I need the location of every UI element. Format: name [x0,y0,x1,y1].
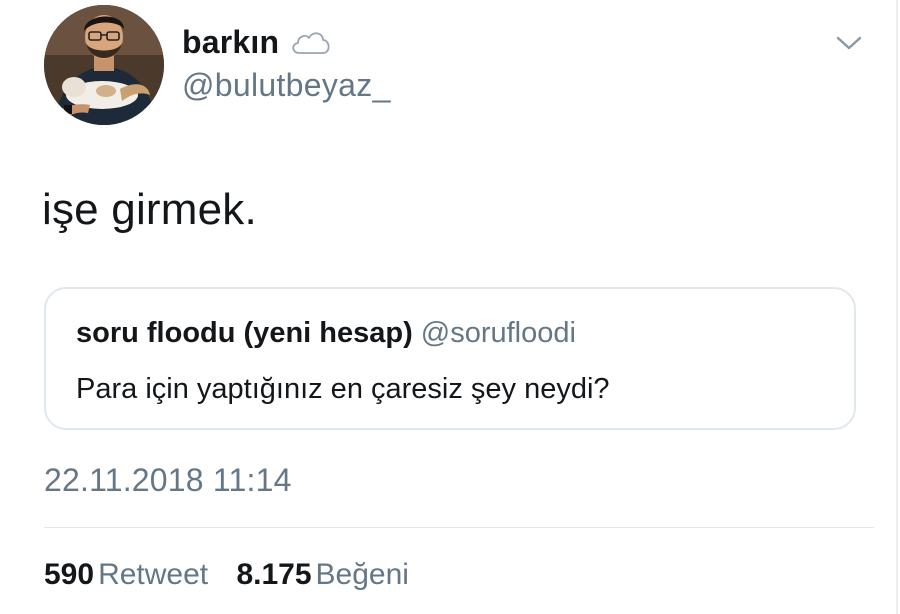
retweet-stat[interactable]: 590 Retweet [44,558,208,591]
chevron-down-icon[interactable] [834,32,864,54]
quoted-tweet[interactable]: soru floodu (yeni hesap) @sorufloodi Para… [44,287,856,430]
quoted-handle: @sorufloodi [420,317,576,349]
quoted-display-name: soru floodu (yeni hesap) [76,317,413,349]
tweet-stats: 590 Retweet 8.175 Beğeni [44,558,429,592]
divider [896,0,898,614]
tweet-timestamp[interactable]: 22.11.2018 11:14 [44,462,292,499]
avatar-photo [44,5,164,125]
author-handle[interactable]: @bulutbeyaz_ [182,67,391,104]
cloud-icon [289,27,333,57]
like-count: 8.175 [236,558,312,591]
author-display-name[interactable]: barkın [182,24,279,61]
retweet-label: Retweet [98,558,209,591]
like-stat[interactable]: 8.175 Beğeni [236,558,409,591]
author-name-row[interactable]: barkın [182,22,333,62]
tweet-card: barkın @bulutbeyaz_ işe girmek. soru flo… [0,0,900,614]
like-label: Beğeni [315,558,409,591]
quoted-tweet-header: soru floodu (yeni hesap) @sorufloodi [76,317,576,350]
divider [44,527,874,528]
retweet-count: 590 [44,558,95,591]
avatar[interactable] [44,5,164,125]
quoted-tweet-text: Para için yaptığınız en çaresiz şey neyd… [76,373,610,405]
tweet-text: işe girmek. [42,185,257,234]
